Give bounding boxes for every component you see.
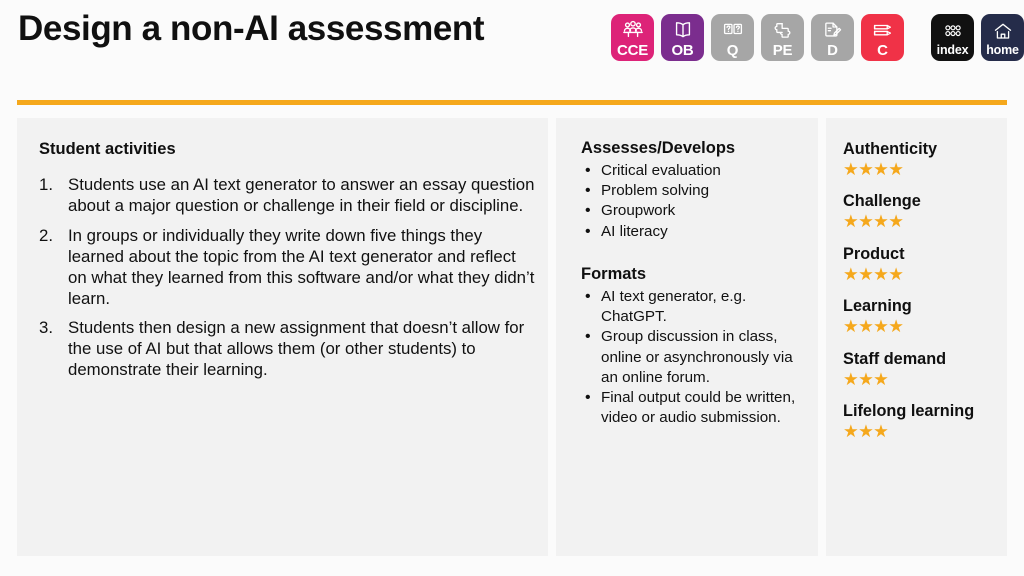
activity-item: 1. Students use an AI text generator to a…	[35, 175, 535, 217]
rating-stars: ★★★★	[843, 316, 904, 337]
nav-button-index[interactable]: index	[931, 14, 974, 61]
rating-row: Staff demand ★★★	[843, 350, 1003, 389]
nav-button-label: Q	[726, 41, 739, 59]
activity-number: 2.	[39, 225, 53, 245]
house-icon	[992, 21, 1014, 42]
page-title: Design a non-AI assessment	[18, 9, 485, 48]
question-cards-icon	[722, 20, 744, 41]
formats-item-text: Final output could be written, video or …	[601, 389, 796, 427]
activity-text: Students use an AI text generator to ans…	[68, 175, 535, 215]
rating-label: Learning	[843, 297, 912, 316]
nav-button-label: index	[936, 42, 969, 57]
assesses-item-text: Critical evaluation	[601, 162, 721, 179]
activity-number: 1.	[39, 175, 53, 194]
page-header: Design a non-AI assessment CCE OB Q PE D Cind…	[0, 0, 1024, 100]
bullet-icon: •	[585, 202, 591, 220]
nav-button-label: home	[986, 42, 1019, 57]
nav-button-home[interactable]: home	[981, 14, 1024, 61]
nav-button-label: C	[877, 41, 888, 59]
open-book-icon	[672, 20, 694, 41]
rating-stars: ★★★	[843, 421, 889, 442]
grid-circles-icon	[942, 21, 964, 42]
rating-label: Staff demand	[843, 349, 947, 368]
nav-button-label: OB	[671, 41, 694, 59]
activity-item: 3. Students then design a new assignment …	[35, 318, 535, 381]
student-activities-panel: Student activities 1. Students use an AI …	[17, 118, 548, 556]
activities-list: 1. Students use an AI text generator to a…	[35, 175, 535, 390]
rating-stars: ★★★★	[843, 211, 904, 232]
puzzle-pieces-icon	[772, 20, 793, 41]
assesses-item: • Critical evaluation	[581, 161, 806, 181]
bullet-icon: •	[585, 222, 591, 240]
bullet-icon: •	[585, 182, 591, 200]
bullet-icon: •	[585, 328, 591, 346]
details-panel: Assesses/Develops • Critical evaluation • P…	[556, 118, 818, 556]
nav-button-label: PE	[772, 41, 793, 59]
nav-button-d[interactable]: D	[811, 14, 854, 61]
people-group-icon	[622, 20, 644, 41]
nav-button-label: CCE	[616, 41, 649, 59]
activity-text: Students then design a new assignment th…	[68, 318, 525, 380]
formats-item: • Group discussion in class, online or as…	[581, 327, 806, 388]
rating-label: Product	[843, 244, 905, 263]
accent-divider	[17, 100, 1007, 105]
document-pencil-icon	[822, 20, 843, 41]
nav-button-ob[interactable]: OB	[661, 14, 704, 61]
bullet-icon: •	[585, 389, 591, 407]
assesses-item: • Problem solving	[581, 181, 806, 201]
nav-button-c[interactable]: C	[861, 14, 904, 61]
rating-stars: ★★★	[843, 368, 889, 389]
rating-row: Authenticity ★★★★	[843, 140, 1003, 179]
assesses-list: • Critical evaluation • Problem solving • Gro…	[581, 161, 806, 242]
formats-item: • AI text generator, e.g. ChatGPT.	[581, 287, 806, 327]
assesses-heading: Assesses/Develops	[581, 139, 736, 157]
rating-row: Learning ★★★★	[843, 297, 1003, 336]
ratings-list: Authenticity ★★★★ Challenge ★★★★ Product ★★★★…	[843, 140, 1003, 455]
navigation-button-bar: CCE OB Q PE D Cindex home	[611, 14, 1024, 61]
activity-item: 2. In groups or individually they write d…	[35, 226, 535, 310]
activity-number: 3.	[39, 318, 53, 338]
assesses-item: • AI literacy	[581, 222, 806, 242]
bullet-icon: •	[585, 162, 591, 179]
formats-list: • AI text generator, e.g. ChatGPT. • Group …	[581, 287, 806, 429]
rating-stars: ★★★★	[843, 158, 904, 179]
rating-row: Challenge ★★★★	[843, 192, 1003, 231]
assesses-develops-section: Assesses/Develops • Critical evaluation • P…	[581, 139, 806, 242]
rating-row: Product ★★★★	[843, 245, 1003, 284]
activity-text: In groups or individually they write dow…	[68, 225, 535, 308]
bullet-icon: •	[585, 288, 591, 305]
formats-item: • Final output could be written, video or…	[581, 388, 806, 428]
formats-item-text: AI text generator, e.g. ChatGPT.	[601, 288, 747, 326]
assesses-item: • Groupwork	[581, 201, 806, 221]
nav-button-q[interactable]: Q	[711, 14, 754, 61]
rating-row: Lifelong learning ★★★	[843, 402, 1003, 441]
assesses-item-text: Groupwork	[601, 202, 676, 220]
assesses-item-text: Problem solving	[601, 182, 710, 200]
pencils-icon	[872, 20, 894, 41]
rating-label: Authenticity	[843, 140, 938, 158]
formats-section: Formats • AI text generator, e.g. ChatGPT…	[581, 265, 806, 429]
formats-heading: Formats	[581, 265, 647, 283]
formats-item-text: Group discussion in class, online or asy…	[601, 328, 793, 386]
rating-stars: ★★★★	[843, 263, 904, 284]
activities-heading: Student activities	[39, 140, 176, 158]
rating-label: Challenge	[843, 192, 921, 211]
assesses-item-text: AI literacy	[601, 222, 668, 240]
rating-label: Lifelong learning	[843, 402, 975, 421]
nav-button-pe[interactable]: PE	[761, 14, 804, 61]
nav-button-cce[interactable]: CCE	[611, 14, 654, 61]
ratings-panel: Authenticity ★★★★ Challenge ★★★★ Product ★★★★…	[826, 118, 1007, 556]
nav-button-label: D	[827, 41, 838, 59]
